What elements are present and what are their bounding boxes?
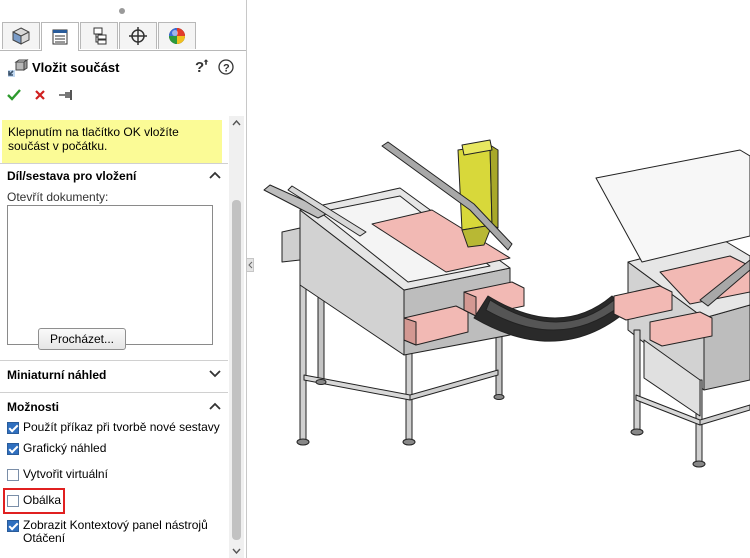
message-box: Klepnutím na tlačítko OK vložíte součást… (2, 120, 222, 163)
chevron-up-icon[interactable] (208, 170, 222, 180)
tab-display-manager[interactable] (158, 22, 196, 49)
dimxpert-crosshair-icon (129, 27, 147, 45)
help-icon[interactable]: ? (194, 58, 214, 79)
property-manager-panel: Vložit součást ? ? Klepnutím na tlačítko… (0, 0, 247, 558)
display-manager-color-icon (169, 28, 185, 44)
svg-text:?: ? (223, 63, 230, 75)
manager-tabs (0, 22, 246, 51)
section-title-thumbnail[interactable]: Miniaturní náhled (7, 368, 106, 382)
info-help-icon[interactable]: ? (218, 59, 234, 78)
checkbox[interactable] (7, 469, 19, 481)
checkbox[interactable] (7, 443, 19, 455)
tab-property-manager[interactable] (41, 22, 79, 51)
graphics-area[interactable] (254, 0, 750, 558)
option-show-rotate-toolbar[interactable]: Zobrazit Kontextový panel nástrojů Otáče… (7, 519, 217, 545)
checkbox[interactable] (7, 520, 19, 532)
scroll-down-arrow-icon[interactable] (229, 544, 244, 558)
action-buttons (0, 84, 246, 106)
divider (0, 392, 228, 393)
checkmark-icon (7, 89, 21, 101)
panel-header: Vložit součást ? ? (0, 56, 246, 80)
ok-button[interactable] (5, 86, 23, 104)
page-title: Vložit součást (32, 60, 120, 75)
section-title-options[interactable]: Možnosti (7, 400, 59, 414)
option-label: Grafický náhled (23, 441, 107, 455)
highlight-frame (3, 488, 65, 514)
browse-button[interactable]: Procházet... (38, 328, 126, 350)
chevron-up-icon[interactable] (208, 401, 222, 411)
open-documents-list[interactable] (7, 205, 213, 345)
option-label: Použít příkaz při tvorbě nové sestavy (23, 420, 220, 434)
feature-manager-icon (12, 27, 30, 45)
panel-grip-dot (119, 8, 125, 14)
checkbox[interactable] (7, 422, 19, 434)
chevron-left-icon (247, 261, 252, 269)
tab-configuration-manager[interactable] (80, 22, 118, 49)
option-label: Vytvořit virtuální (23, 467, 108, 481)
tab-feature-manager[interactable] (2, 22, 40, 49)
conveyor-assembly-model[interactable] (254, 0, 750, 558)
divider (0, 163, 228, 164)
option-label: Zobrazit Kontextový panel nástrojů Otáče… (23, 518, 208, 545)
configuration-manager-icon (93, 27, 107, 45)
divider (0, 360, 228, 361)
chevron-down-icon[interactable] (208, 369, 222, 379)
open-documents-label: Otevřít dokumenty: (7, 190, 109, 204)
option-use-command-new-assembly[interactable]: Použít příkaz při tvorbě nové sestavy (7, 421, 220, 437)
close-icon (35, 90, 45, 100)
scroll-up-arrow-icon[interactable] (229, 116, 244, 130)
panel-collapse-handle[interactable] (246, 258, 254, 272)
insert-component-icon (7, 59, 29, 82)
cancel-button[interactable] (31, 86, 49, 104)
panel-scrollbar[interactable] (229, 116, 244, 558)
scrollbar-thumb[interactable] (232, 200, 241, 540)
tab-dimxpert-manager[interactable] (119, 22, 157, 49)
section-title-part-assembly[interactable]: Díl/sestava pro vložení (7, 169, 136, 183)
option-make-virtual[interactable]: Vytvořit virtuální (7, 468, 108, 484)
pin-button[interactable] (57, 86, 75, 104)
property-manager-icon (52, 29, 68, 45)
pushpin-icon (59, 90, 72, 100)
option-graphics-preview[interactable]: Grafický náhled (7, 442, 106, 458)
svg-text:?: ? (195, 59, 204, 76)
